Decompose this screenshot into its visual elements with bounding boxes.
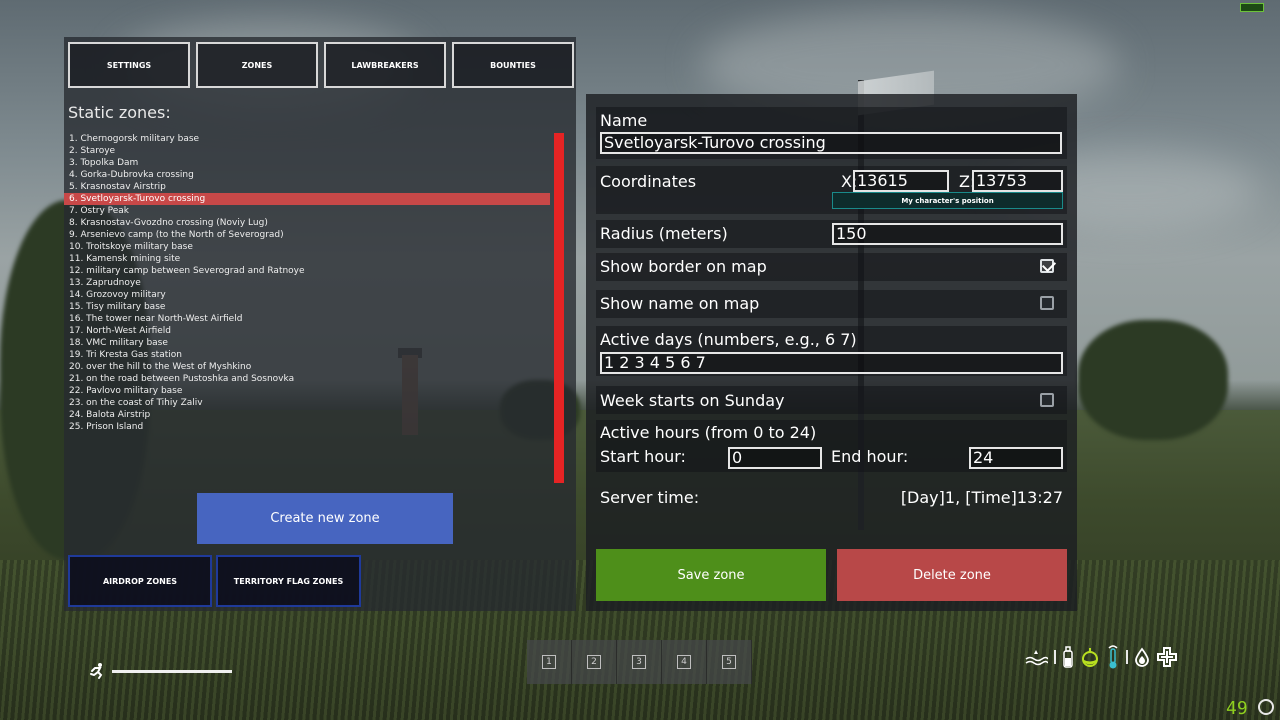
active-hours-row: Active hours (from 0 to 24) Start hour: … [596,420,1067,472]
tab-bounties[interactable]: BOUNTIES [452,42,574,88]
show-border-checkbox[interactable] [1040,259,1054,273]
zone-list-item[interactable]: 19. Tri Kresta Gas station [64,349,552,361]
running-man-icon [90,663,103,679]
water-icon [1025,650,1048,666]
zone-list-scrollbar[interactable] [554,133,564,483]
z-coordinate-input[interactable]: 13753 [972,170,1063,192]
delete-zone-button[interactable]: Delete zone [837,549,1067,601]
end-hour-input[interactable]: 24 [969,447,1063,469]
show-name-row: Show name on map [596,290,1067,318]
radius-row: Radius (meters) 150 [596,220,1067,248]
show-border-label: Show border on map [600,257,767,276]
create-new-zone-button[interactable]: Create new zone [197,493,453,544]
zone-list-item[interactable]: 12. military camp between Severograd and… [64,265,552,277]
health-cross-icon [1157,647,1177,667]
tree [1078,320,1228,440]
active-hours-label: Active hours (from 0 to 24) [600,423,817,442]
territory-flag-zones-button[interactable]: TERRITORY FLAG ZONES [216,555,361,607]
save-zone-button[interactable]: Save zone [596,549,826,601]
week-starts-label: Week starts on Sunday [600,391,785,410]
server-time-value: [Day]1, [Time]13:27 [900,488,1063,507]
active-days-input[interactable]: 1 2 3 4 5 6 7 [600,352,1063,374]
active-days-label: Active days (numbers, e.g., 6 7) [600,330,857,349]
apple-icon [1082,648,1098,667]
zone-list-item[interactable]: 13. Zaprudnoye [64,277,552,289]
tab-settings[interactable]: SETTINGS [68,42,190,88]
tab-zones[interactable]: ZONES [196,42,318,88]
name-row: Name Svetloyarsk-Turovo crossing [596,107,1067,159]
zone-list-item[interactable]: 8. Krasnostav-Gvozdno crossing (Noviy Lu… [64,217,552,229]
thermometer-icon [1108,645,1118,669]
zone-list-item[interactable]: 11. Kamensk mining site [64,253,552,265]
zone-list-item[interactable]: 18. VMC military base [64,337,552,349]
radius-label: Radius (meters) [600,224,728,243]
stamina-indicator [88,662,232,680]
coordinates-label: Coordinates [600,172,697,191]
zone-list-item[interactable]: 23. on the coast of Tihiy Zaliv [64,397,552,409]
slot-number: 3 [632,655,646,669]
show-name-label: Show name on map [600,294,760,313]
zone-list-item[interactable]: 2. Staroye [64,145,552,157]
separator [1054,650,1056,664]
start-hour-input[interactable]: 0 [728,447,822,469]
name-input[interactable]: Svetloyarsk-Turovo crossing [600,132,1062,154]
zone-list-item[interactable]: 9. Arsenievo camp (to the North of Sever… [64,229,552,241]
bottle-icon [1063,646,1073,668]
quickbar-slot-1[interactable]: 1 [527,640,572,684]
zone-list-item[interactable]: 15. Tisy military base [64,301,552,313]
week-starts-row: Week starts on Sunday [596,386,1067,414]
zones-list-panel: SETTINGS ZONES LAWBREAKERS BOUNTIES Stat… [64,37,576,611]
zone-list-item[interactable]: 21. on the road between Pustoshka and So… [64,373,552,385]
quickbar-slot-5[interactable]: 5 [707,640,752,684]
main-tab-bar: SETTINGS ZONES LAWBREAKERS BOUNTIES [68,42,576,88]
server-time-label: Server time: [600,488,700,507]
zone-list-item[interactable]: 3. Topolka Dam [64,157,552,169]
airdrop-zones-button[interactable]: AIRDROP ZONES [68,555,212,607]
zone-list-item[interactable]: 5. Krasnostav Airstrip [64,181,552,193]
status-icons [1024,644,1178,670]
slot-number: 4 [677,655,691,669]
separator [1126,650,1128,664]
zone-list-item[interactable]: 4. Gorka-Dubrovka crossing [64,169,552,181]
quickbar-slot-2[interactable]: 2 [572,640,617,684]
zone-list-item[interactable]: 1. Chernogorsk military base [64,133,552,145]
name-label: Name [600,111,648,130]
quickbar-slot-4[interactable]: 4 [662,640,707,684]
week-starts-sunday-checkbox[interactable] [1040,393,1054,407]
show-name-checkbox[interactable] [1040,296,1054,310]
show-border-row: Show border on map [596,253,1067,281]
zone-list-item[interactable]: 16. The tower near North-West Airfield [64,313,552,325]
radius-input[interactable]: 150 [832,223,1063,245]
tab-lawbreakers[interactable]: LAWBREAKERS [324,42,446,88]
zone-list-item-selected[interactable]: 6. Svetloyarsk-Turovo crossing [64,193,550,205]
zone-list-item[interactable]: 7. Ostry Peak [64,205,552,217]
fps-counter: 49 [1226,698,1248,719]
start-hour-label: Start hour: [600,447,686,466]
zone-list-item[interactable]: 22. Pavlovo military base [64,385,552,397]
circle-icon [1258,699,1274,715]
zone-list-item[interactable]: 14. Grozovoy military [64,289,552,301]
active-days-row: Active days (numbers, e.g., 6 7) 1 2 3 4… [596,326,1067,376]
slot-number: 1 [542,655,556,669]
slot-number: 2 [587,655,601,669]
zone-list-item[interactable]: 17. North-West Airfield [64,325,552,337]
zone-list-item[interactable]: 20. over the hill to the West of Myshkin… [64,361,552,373]
my-character-position-button[interactable]: My character's position [832,192,1063,209]
quickbar-slot-3[interactable]: 3 [617,640,662,684]
zone-editor-panel: Name Svetloyarsk-Turovo crossing Coordin… [586,94,1077,611]
zone-list-item[interactable]: 25. Prison Island [64,421,552,433]
quickbar: 1 2 3 4 5 [527,640,752,684]
static-zones-title: Static zones: [68,103,171,122]
end-hour-label: End hour: [831,447,909,466]
zone-list-item[interactable]: 10. Troitskoye military base [64,241,552,253]
network-status-badge [1240,3,1264,12]
slot-number: 5 [722,655,736,669]
stamina-bar [112,669,232,673]
static-zones-list: 1. Chernogorsk military base 2. Staroye 3.… [64,133,552,433]
blood-drop-icon [1135,647,1149,667]
zone-list-item[interactable]: 24. Balota Airstrip [64,409,552,421]
x-coordinate-input[interactable]: 13615 [853,170,949,192]
